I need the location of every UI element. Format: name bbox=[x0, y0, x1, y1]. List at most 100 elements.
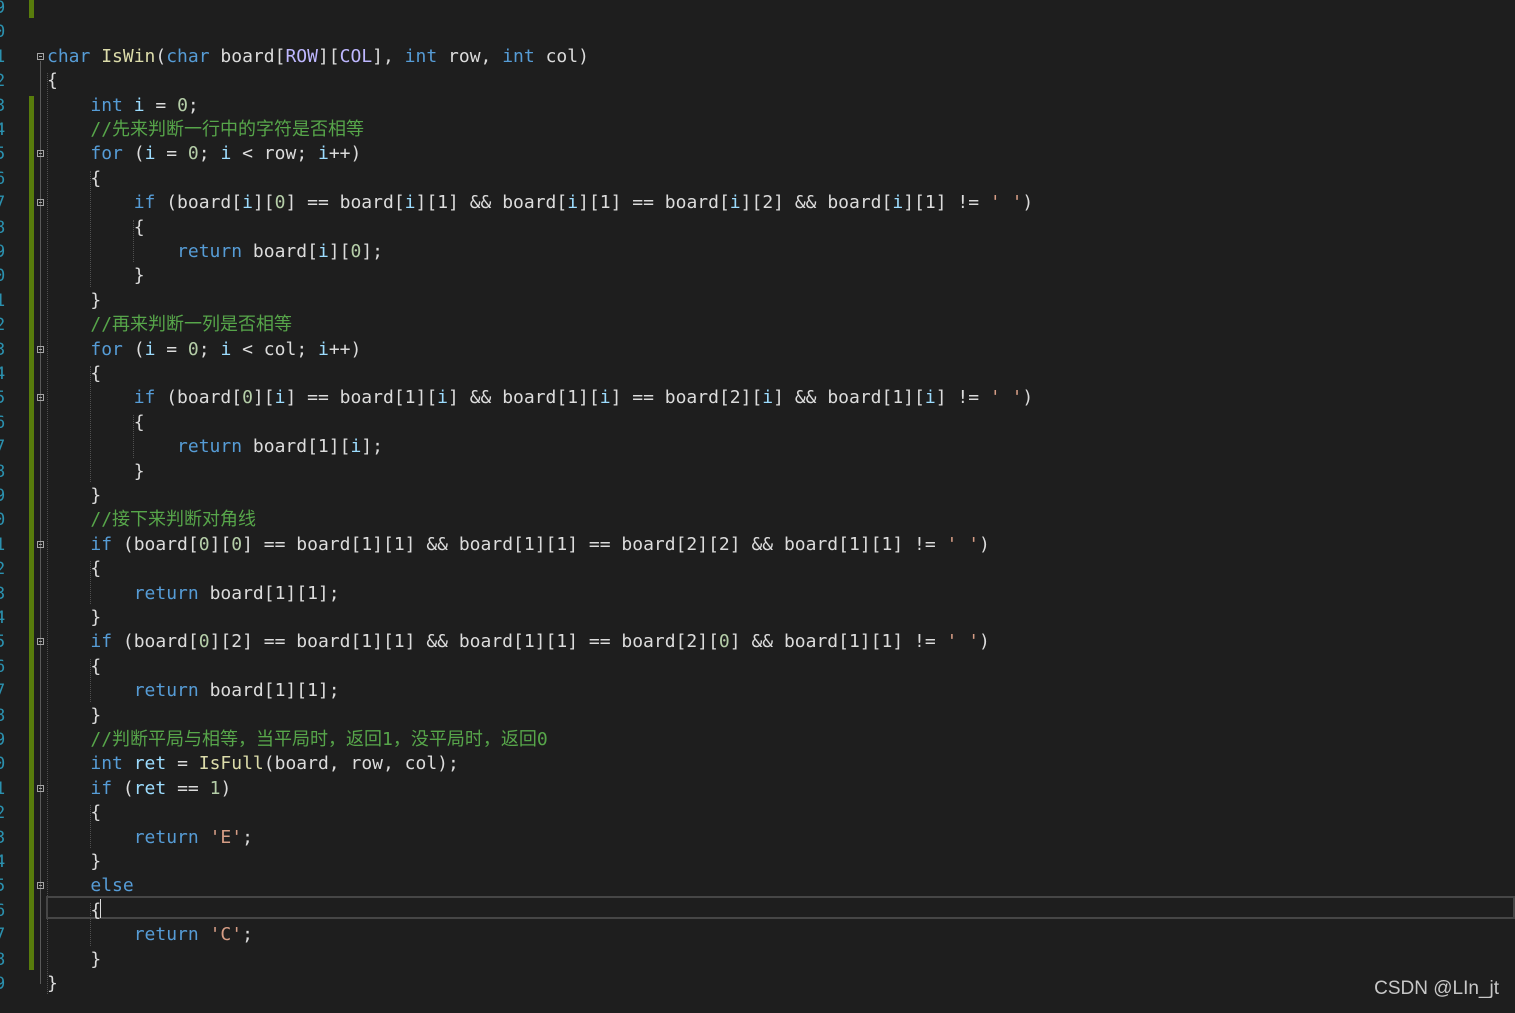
line-number: 6 bbox=[0, 412, 6, 433]
code-token: ] && board[1][ bbox=[773, 387, 925, 409]
line-number: 9 bbox=[0, 974, 6, 994]
fold-collapse-icon[interactable] bbox=[37, 52, 44, 60]
code-token: ][1] != bbox=[903, 192, 990, 214]
code-line[interactable]: return board[1][1]; bbox=[47, 679, 340, 703]
code-token: i bbox=[144, 338, 156, 360]
code-line[interactable]: return 'C'; bbox=[47, 923, 253, 947]
fold-collapse-icon[interactable] bbox=[37, 394, 44, 402]
code-line[interactable]: { bbox=[47, 69, 58, 93]
code-token: return bbox=[133, 582, 210, 604]
code-token: { bbox=[47, 167, 102, 189]
code-token: return bbox=[177, 241, 253, 262]
fold-region-line bbox=[40, 646, 41, 716]
line-number: 1 bbox=[0, 290, 6, 311]
line-number: 4 bbox=[0, 120, 6, 140]
fold-collapse-icon[interactable] bbox=[37, 882, 44, 890]
code-token: COL bbox=[339, 45, 373, 67]
line-number: 9 bbox=[0, 730, 6, 750]
code-line[interactable]: int ret = IsFull(board, row, col); bbox=[47, 752, 459, 776]
line-number: 8 bbox=[0, 705, 6, 726]
code-token: i bbox=[220, 143, 232, 165]
code-token: { bbox=[47, 899, 102, 921]
code-line[interactable]: } bbox=[47, 948, 101, 972]
code-token: board[ bbox=[220, 45, 286, 67]
code-token: i bbox=[220, 338, 232, 360]
fold-region-line bbox=[40, 792, 41, 862]
code-line[interactable]: { bbox=[47, 216, 145, 240]
line-number: 2 bbox=[0, 71, 6, 92]
change-indicator bbox=[29, 0, 34, 18]
code-line[interactable]: { bbox=[47, 167, 101, 191]
code-token: 0 bbox=[718, 631, 730, 653]
code-token: } bbox=[47, 460, 145, 482]
code-line[interactable]: { bbox=[47, 362, 101, 386]
code-line[interactable]: } bbox=[47, 972, 58, 996]
code-editor[interactable]: 9 0 1 2 3 4 5 6 7 8 9 0 1 2 3 4 5 6 7 8 9 0 1 2 3 4 5 6 7 8 9 0 1 2 3 4 5 6 7 8… bbox=[0, 0, 1515, 1013]
code-line[interactable]: } bbox=[47, 460, 145, 484]
code-line[interactable]: { bbox=[47, 655, 101, 679]
code-token: < col; bbox=[231, 338, 318, 360]
code-line[interactable]: } bbox=[47, 606, 101, 630]
code-token: } bbox=[47, 973, 58, 994]
code-token: ]; bbox=[361, 436, 383, 458]
code-line[interactable]: } bbox=[47, 850, 101, 874]
code-line[interactable]: return board[i][0]; bbox=[47, 240, 383, 264]
fold-collapse-icon[interactable] bbox=[37, 638, 44, 646]
code-line[interactable]: //接下来判断对角线 bbox=[47, 508, 256, 532]
line-number: 6 bbox=[0, 656, 6, 677]
code-token: (board[ bbox=[122, 533, 199, 555]
code-token: = bbox=[166, 753, 199, 775]
code-line[interactable]: //判断平局与相等，当平局时，返回1，没平局时，返回0 bbox=[47, 728, 548, 752]
code-token: ( bbox=[155, 45, 167, 67]
line-number: 4 bbox=[0, 608, 6, 628]
code-line[interactable]: int i = 0; bbox=[47, 94, 198, 118]
code-token: = bbox=[155, 143, 188, 165]
fold-collapse-icon[interactable] bbox=[37, 784, 44, 792]
code-line[interactable]: { bbox=[47, 411, 145, 435]
code-line[interactable]: } bbox=[47, 484, 101, 508]
code-token: } bbox=[47, 485, 102, 506]
code-token: board[1][ bbox=[252, 436, 351, 458]
code-line[interactable]: if (ret == 1) bbox=[47, 777, 231, 801]
code-line[interactable]: for (i = 0; i < row; i++) bbox=[47, 142, 361, 166]
code-line[interactable]: for (i = 0; i < col; i++) bbox=[47, 338, 361, 362]
fold-collapse-icon[interactable] bbox=[37, 199, 44, 207]
code-token: i bbox=[762, 387, 774, 409]
code-line[interactable]: } bbox=[47, 264, 145, 288]
code-token: IsWin bbox=[101, 45, 156, 67]
line-number: 8 bbox=[0, 949, 6, 970]
code-line[interactable]: { bbox=[47, 801, 101, 825]
code-line[interactable]: return board[1][1]; bbox=[47, 582, 340, 606]
code-line[interactable]: } bbox=[47, 289, 101, 313]
code-line[interactable]: return board[1][i]; bbox=[47, 435, 383, 459]
code-line[interactable]: else bbox=[47, 874, 133, 898]
fold-collapse-icon[interactable] bbox=[37, 345, 44, 353]
code-token: 0 bbox=[350, 241, 362, 262]
code-token: ) bbox=[979, 533, 990, 555]
fold-collapse-icon[interactable] bbox=[37, 540, 44, 548]
code-token: char bbox=[166, 45, 221, 67]
code-line[interactable]: { bbox=[47, 899, 101, 923]
code-token: //判断平局与相等，当平局时，返回1，没平局时，返回0 bbox=[90, 729, 548, 750]
code-line[interactable]: //先来判断一行中的字符是否相等 bbox=[47, 118, 364, 142]
code-token: } bbox=[47, 289, 102, 311]
code-line[interactable]: { bbox=[47, 557, 101, 581]
code-line[interactable]: } bbox=[47, 704, 101, 728]
fold-collapse-icon[interactable] bbox=[37, 150, 44, 158]
code-token: return bbox=[133, 826, 210, 848]
code-line[interactable]: if (board[0][0] == board[1][1] && board[… bbox=[47, 533, 990, 557]
code-line[interactable]: return 'E'; bbox=[47, 826, 253, 850]
code-line[interactable]: if (board[i][0] == board[i][1] && board[… bbox=[47, 191, 1034, 215]
code-line[interactable]: //再来判断一列是否相等 bbox=[47, 313, 292, 337]
code-line[interactable]: char IsWin(char board[ROW][COL], int row… bbox=[47, 45, 589, 69]
line-number: 6 bbox=[0, 168, 6, 189]
code-line[interactable]: if (board[0][i] == board[1][i] && board[… bbox=[47, 386, 1034, 410]
code-line[interactable]: if (board[0][2] == board[1][1] && board[… bbox=[47, 630, 990, 654]
